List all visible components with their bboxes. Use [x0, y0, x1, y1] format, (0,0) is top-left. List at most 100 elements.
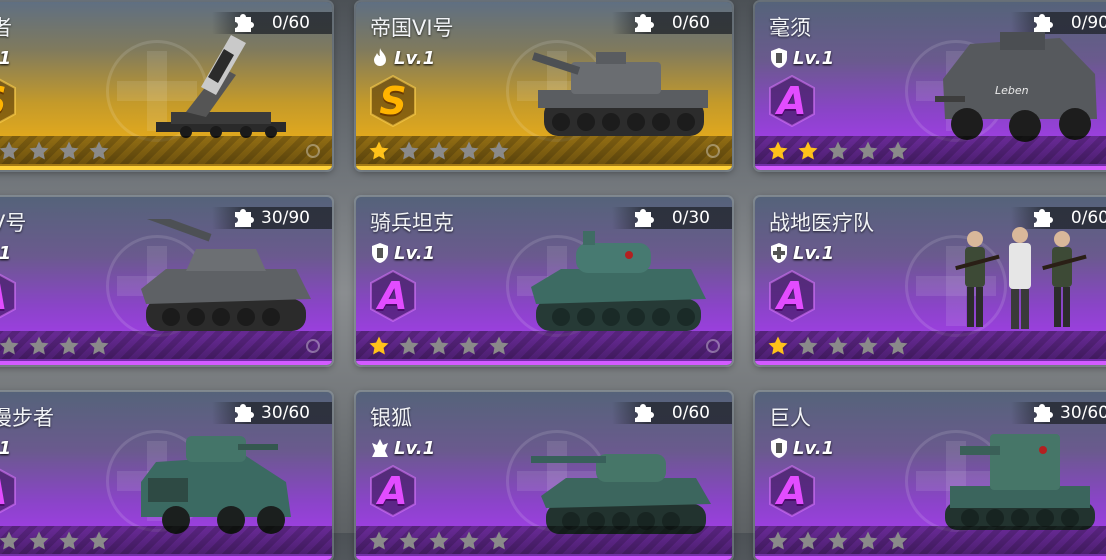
- soldier-squad-icon: [955, 227, 1087, 329]
- level-row: Lv.1: [370, 45, 435, 71]
- unit-name: 骑兵坦克: [370, 211, 454, 235]
- unit-level: Lv.1: [793, 437, 835, 459]
- star-empty-icon: [459, 531, 479, 550]
- unit-card[interactable]: 骑兵坦克 Lv.1 0/30 A: [356, 197, 732, 365]
- star-rating: [0, 140, 110, 162]
- star-empty-icon: [89, 531, 109, 550]
- unit-name: 帝国VI号: [370, 16, 454, 40]
- rank-badge: A: [767, 74, 817, 128]
- star-empty-icon: [59, 336, 79, 355]
- unit-level: Lv.1: [793, 47, 835, 69]
- unit-card[interactable]: 帝国VI号 Lv.1 0/60 S: [356, 2, 732, 170]
- unit-name: 仇者: [0, 16, 12, 40]
- status-ring-icon: [706, 144, 720, 158]
- star-empty-icon: [798, 336, 818, 355]
- unit-card[interactable]: 地漫步者 Lv.1 30/60 A: [0, 392, 332, 560]
- puzzle-piece-icon: [635, 404, 654, 422]
- level-row: Lv.1: [0, 240, 11, 266]
- unit-level: Lv.1: [394, 437, 436, 459]
- rank-badge: A: [0, 464, 18, 518]
- fox-icon: [372, 439, 388, 457]
- star-filled-icon: [369, 141, 389, 160]
- star-empty-icon: [489, 531, 509, 550]
- unit-name: 毫须: [769, 16, 811, 40]
- star-empty-icon: [828, 336, 848, 355]
- level-row: Lv.1: [0, 45, 11, 71]
- star-filled-icon: [768, 336, 788, 355]
- armored-car-icon: Leben: [935, 32, 1097, 142]
- star-empty-icon: [489, 336, 509, 355]
- star-filled-icon: [768, 141, 788, 160]
- star-rating: [0, 335, 110, 357]
- star-rating: [767, 530, 909, 552]
- status-ring-icon: [306, 339, 320, 353]
- unit-card[interactable]: 战地医疗队 Lv.1 0/60 A: [755, 197, 1106, 365]
- star-empty-icon: [858, 336, 878, 355]
- unit-name: 银狐: [370, 406, 412, 430]
- star-empty-icon: [459, 336, 479, 355]
- rank-letter: A: [378, 274, 408, 318]
- tank-icon: [531, 454, 711, 534]
- star-empty-icon: [858, 141, 878, 160]
- status-ring-icon: [706, 339, 720, 353]
- star-empty-icon: [768, 531, 788, 550]
- rank-badge: S: [368, 74, 418, 128]
- level-row: Lv.1: [0, 435, 11, 461]
- unit-level: Lv.1: [793, 242, 835, 264]
- rank-badge: A: [368, 269, 418, 323]
- unit-card[interactable]: 巨人 Lv.1 30/60 A: [755, 392, 1106, 560]
- star-empty-icon: [0, 531, 19, 550]
- unit-level: Lv.1: [394, 47, 436, 69]
- star-empty-icon: [59, 531, 79, 550]
- star-empty-icon: [798, 531, 818, 550]
- star-empty-icon: [858, 531, 878, 550]
- star-empty-icon: [828, 141, 848, 160]
- star-empty-icon: [429, 336, 449, 355]
- star-filled-icon: [369, 336, 389, 355]
- star-empty-icon: [59, 141, 79, 160]
- rank-badge: S: [0, 74, 18, 128]
- rank-badge: A: [767, 464, 817, 518]
- unit-card[interactable]: 银狐 Lv.1 0/60 A: [356, 392, 732, 560]
- star-empty-icon: [89, 141, 109, 160]
- vehicle-marking: Leben: [995, 84, 1029, 97]
- star-empty-icon: [459, 141, 479, 160]
- unit-name: 巨人: [769, 406, 811, 430]
- rank-letter: A: [777, 79, 807, 123]
- unit-level: Lv.1: [0, 243, 11, 264]
- armored-car-icon: [141, 436, 291, 534]
- tank-icon: [133, 219, 311, 331]
- star-empty-icon: [429, 531, 449, 550]
- unit-name: 国Ⅴ号: [0, 211, 27, 235]
- rank-letter: A: [378, 469, 408, 513]
- rank-letter: A: [0, 269, 18, 323]
- shield-icon: [372, 243, 388, 263]
- unit-level: Lv.1: [0, 48, 11, 69]
- star-empty-icon: [0, 336, 19, 355]
- star-rating: [767, 335, 909, 357]
- star-empty-icon: [399, 336, 419, 355]
- rank-badge: A: [368, 464, 418, 518]
- star-empty-icon: [399, 531, 419, 550]
- unit-card[interactable]: 国Ⅴ号 Lv.1 30/90 A: [0, 197, 332, 365]
- tank-icon: [531, 231, 706, 331]
- rank-badge: A: [0, 269, 18, 323]
- rank-badge: A: [767, 269, 817, 323]
- star-empty-icon: [888, 141, 908, 160]
- unit-card[interactable]: 毫须 Lv.1 0/90 A Leben: [755, 2, 1106, 170]
- fragment-counter: 0/60: [612, 402, 732, 424]
- star-rating: [368, 335, 510, 357]
- rank-letter: S: [379, 79, 407, 123]
- star-empty-icon: [828, 531, 848, 550]
- shield-icon: [771, 48, 787, 68]
- star-empty-icon: [369, 531, 389, 550]
- star-empty-icon: [89, 336, 109, 355]
- level-row: Lv.1: [370, 435, 435, 461]
- unit-card[interactable]: 仇者 Lv.1 0/60 S: [0, 2, 332, 170]
- fragment-count: 30/60: [261, 403, 310, 423]
- unit-level: Lv.1: [394, 242, 436, 264]
- fragment-count: 0/60: [671, 403, 710, 423]
- star-rating: [0, 530, 110, 552]
- rank-letter: A: [0, 464, 18, 518]
- star-empty-icon: [29, 141, 49, 160]
